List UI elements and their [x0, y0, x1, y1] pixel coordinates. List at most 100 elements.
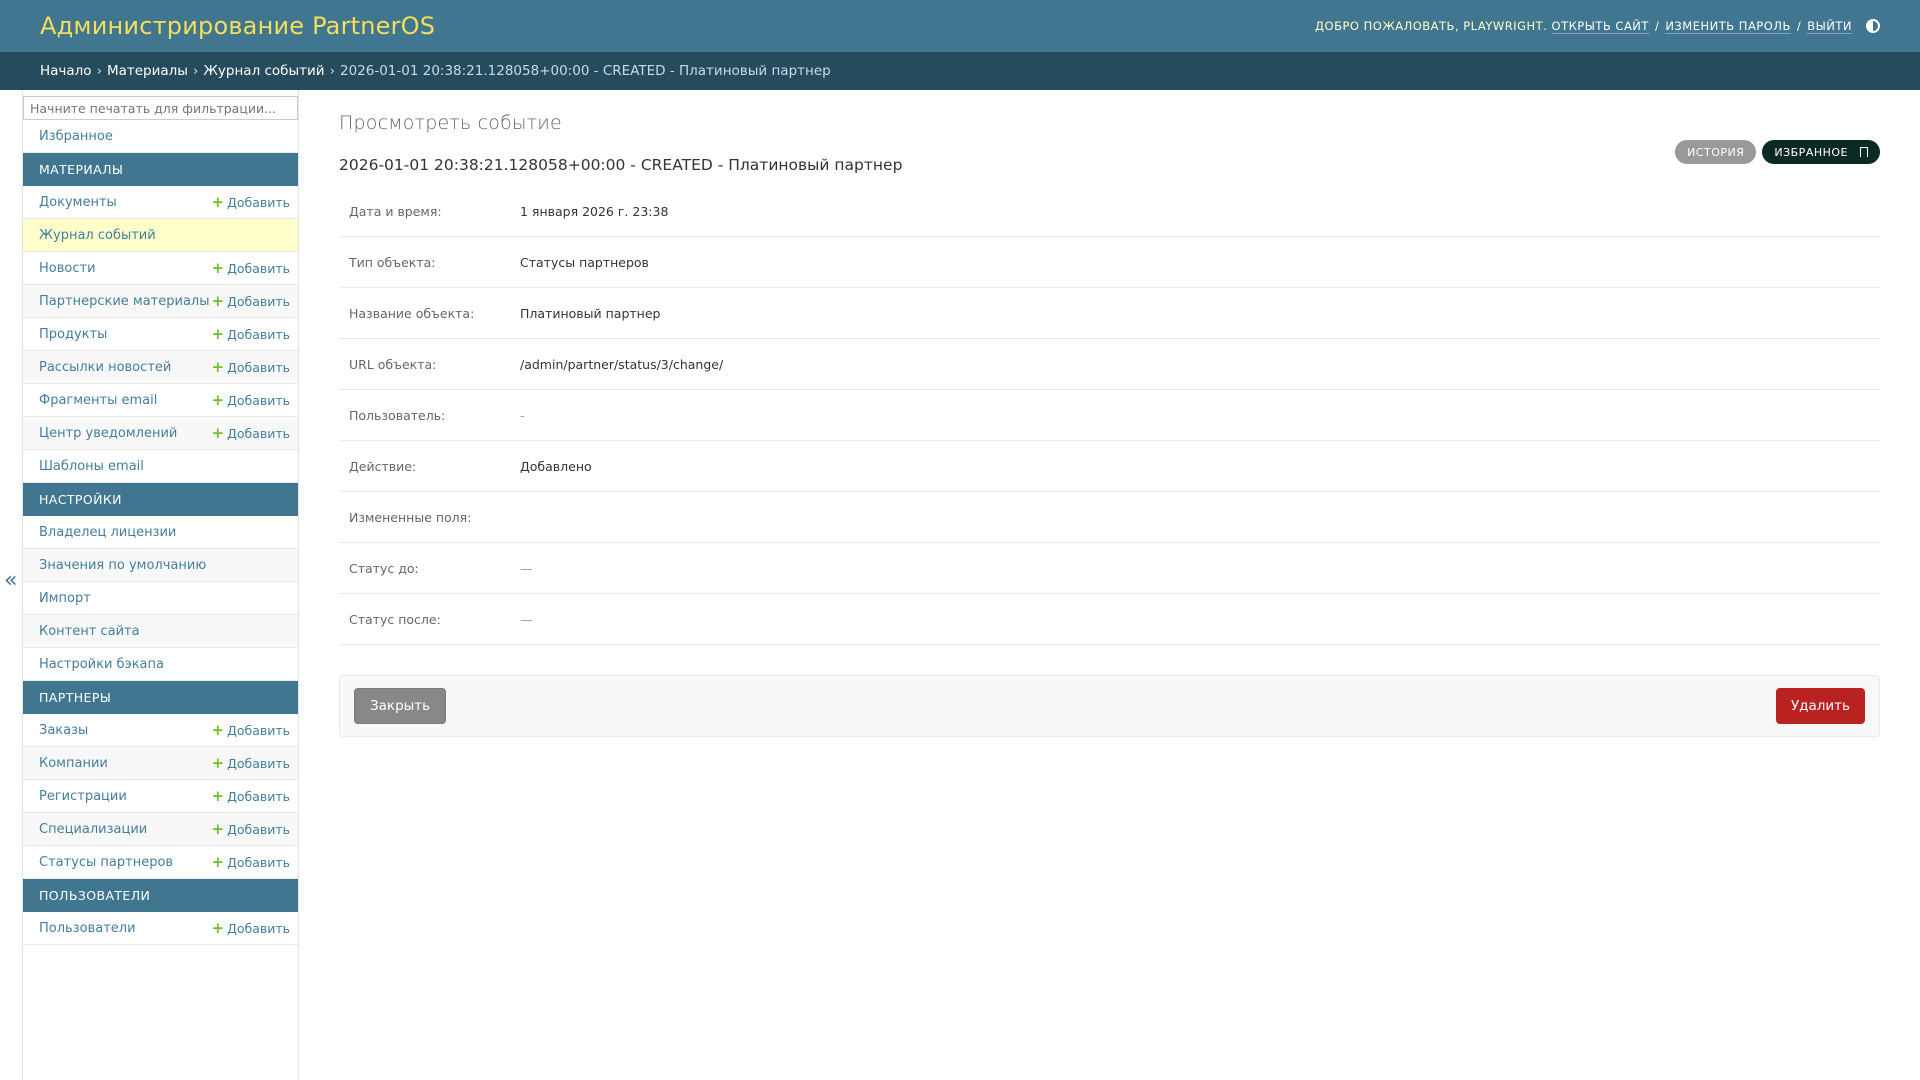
- field-value: Добавлено: [520, 458, 592, 474]
- add-link[interactable]: + Добавить: [212, 425, 291, 441]
- sidebar-item[interactable]: Центр уведомлений + Добавить: [23, 417, 298, 450]
- separator: /: [1796, 19, 1802, 33]
- favorite-button[interactable]: Избранное: [1762, 140, 1880, 164]
- sidebar-item-label[interactable]: Контент сайта: [39, 624, 140, 639]
- breadcrumb-link[interactable]: Материалы: [107, 63, 188, 79]
- add-link[interactable]: + Добавить: [211, 852, 291, 871]
- plus-icon: +: [211, 192, 225, 211]
- add-link[interactable]: + Добавить: [212, 920, 291, 936]
- add-link[interactable]: + Добавить: [212, 293, 291, 309]
- add-link[interactable]: + Добавить: [211, 357, 291, 376]
- sidebar-item[interactable]: Новости + Добавить: [23, 252, 298, 285]
- sidebar-item[interactable]: Продукты + Добавить: [23, 318, 298, 351]
- sidebar-item-label[interactable]: Продукты: [39, 327, 107, 342]
- sidebar-item-label[interactable]: Рассылки новостей: [39, 360, 171, 375]
- field-label: Дата и время:: [349, 203, 442, 219]
- breadcrumb-link[interactable]: Журнал событий: [203, 63, 324, 79]
- field-label: Действие:: [349, 458, 417, 474]
- view-site-link[interactable]: Открыть сайт: [1551, 19, 1649, 34]
- sidebar-module-caption[interactable]: Настройки: [23, 483, 298, 516]
- sidebar-item[interactable]: Статусы партнеров + Добавить: [23, 846, 298, 879]
- add-link[interactable]: + Добавить: [211, 192, 291, 211]
- submit-row: Закрыть Удалить: [339, 675, 1880, 737]
- sidebar-module-caption[interactable]: Пользователи: [23, 879, 298, 912]
- sidebar-item[interactable]: Значения по умолчанию: [23, 549, 298, 582]
- sidebar: Избранное МатериалыДокументы+ДобавитьЖур…: [22, 90, 299, 1080]
- plus-icon: +: [211, 852, 225, 871]
- add-link[interactable]: + Добавить: [212, 788, 291, 804]
- add-link[interactable]: + Добавить: [211, 819, 291, 838]
- sidebar-item[interactable]: Специализации + Добавить: [23, 813, 298, 846]
- sidebar-item[interactable]: Пользователи + Добавить: [23, 912, 298, 945]
- sidebar-item-label[interactable]: Специализации: [39, 822, 147, 837]
- sidebar-item-label[interactable]: Документы: [39, 195, 117, 210]
- sidebar-filter-input[interactable]: [23, 96, 298, 120]
- sidebar-module-caption[interactable]: Материалы: [23, 153, 298, 186]
- logout-link[interactable]: Выйти: [1807, 19, 1852, 34]
- sidebar-item-label[interactable]: Регистрации: [39, 789, 127, 804]
- add-link[interactable]: + Добавить: [211, 753, 291, 772]
- delete-button[interactable]: Удалить: [1775, 688, 1865, 724]
- sidebar-item[interactable]: Документы + Добавить: [23, 186, 298, 219]
- sidebar-item-label[interactable]: Статусы партнеров: [39, 855, 173, 870]
- site-branding[interactable]: Администрирование PartnerOS: [40, 12, 435, 40]
- sidebar-item-label[interactable]: Заказы: [39, 723, 88, 738]
- add-link[interactable]: + Добавить: [212, 722, 291, 738]
- sidebar-item[interactable]: Заказы + Добавить: [23, 714, 298, 747]
- sidebar-item-label[interactable]: Импорт: [39, 591, 91, 606]
- history-button[interactable]: История: [1675, 140, 1757, 164]
- plus-icon: +: [211, 819, 225, 838]
- sidebar-favorites[interactable]: Избранное: [23, 120, 298, 153]
- sidebar-item-label[interactable]: Журнал событий: [39, 228, 156, 243]
- add-label: Добавить: [227, 260, 290, 276]
- breadcrumb-link[interactable]: Начало: [40, 63, 92, 79]
- sidebar-item[interactable]: Владелец лицензии: [23, 516, 298, 549]
- form-row: Дата и время: 1 января 2026 г. 23:38: [339, 186, 1880, 237]
- field-value: Платиновый партнер: [520, 305, 661, 321]
- field-value: Статусы партнеров: [520, 254, 649, 270]
- object-tools: История Избранное: [1675, 140, 1880, 164]
- plus-icon: +: [211, 753, 225, 772]
- breadcrumb-arrow: ›: [192, 63, 199, 79]
- readonly-fields: Дата и время: 1 января 2026 г. 23:38 Тип о…: [339, 186, 1880, 645]
- sidebar-item-label[interactable]: Владелец лицензии: [39, 525, 176, 540]
- change-password-link[interactable]: Изменить пароль: [1665, 19, 1791, 34]
- sidebar-item-label[interactable]: Партнерские материалы: [39, 294, 209, 309]
- sidebar-item[interactable]: Импорт: [23, 582, 298, 615]
- collapse-sidebar-icon[interactable]: «: [4, 568, 17, 593]
- plus-icon: +: [211, 357, 225, 376]
- sidebar-item-label[interactable]: Центр уведомлений: [39, 426, 177, 441]
- field-label: URL объекта:: [349, 356, 437, 372]
- sidebar-item-label[interactable]: Фрагменты email: [39, 393, 157, 408]
- header: Администрирование PartnerOS Добро пожало…: [0, 0, 1920, 52]
- add-link[interactable]: + Добавить: [212, 326, 291, 342]
- sidebar-item-label[interactable]: Новости: [39, 261, 96, 276]
- sidebar-item[interactable]: Компании + Добавить: [23, 747, 298, 780]
- sidebar-item[interactable]: Регистрации + Добавить: [23, 780, 298, 813]
- add-link[interactable]: + Добавить: [212, 260, 291, 276]
- field-value: —: [520, 560, 533, 576]
- form-row: Действие: Добавлено: [339, 441, 1880, 492]
- form-row: Название объекта: Платиновый партнер: [339, 288, 1880, 339]
- sidebar-module-caption[interactable]: Партнеры: [23, 681, 298, 714]
- form-row: Пользователь: -: [339, 390, 1880, 441]
- sidebar-item[interactable]: Шаблоны email: [23, 450, 298, 483]
- field-label: Тип объекта:: [349, 254, 436, 270]
- breadcrumb-arrow: ›: [329, 63, 335, 79]
- sidebar-item-label[interactable]: Значения по умолчанию: [39, 558, 206, 573]
- close-button[interactable]: Закрыть: [354, 688, 447, 724]
- theme-toggle-icon[interactable]: [1866, 19, 1880, 33]
- sidebar-item[interactable]: Партнерские материалы + Добавить: [23, 285, 298, 318]
- sidebar-item-label[interactable]: Шаблоны email: [39, 459, 144, 474]
- sidebar-item[interactable]: Контент сайта: [23, 615, 298, 648]
- sidebar-item-label[interactable]: Настройки бэкапа: [39, 657, 164, 672]
- sidebar-item[interactable]: Рассылки новостей + Добавить: [23, 351, 298, 384]
- field-value: —: [520, 611, 533, 627]
- sidebar-item-label[interactable]: Пользователи: [39, 921, 136, 936]
- add-link[interactable]: + Добавить: [212, 392, 291, 408]
- sidebar-item[interactable]: Фрагменты email + Добавить: [23, 384, 298, 417]
- sidebar-item[interactable]: Журнал событий: [23, 219, 298, 252]
- sidebar-item-label[interactable]: Компании: [39, 756, 108, 771]
- sidebar-item[interactable]: Настройки бэкапа: [23, 648, 298, 681]
- username: playwright: [1463, 19, 1544, 33]
